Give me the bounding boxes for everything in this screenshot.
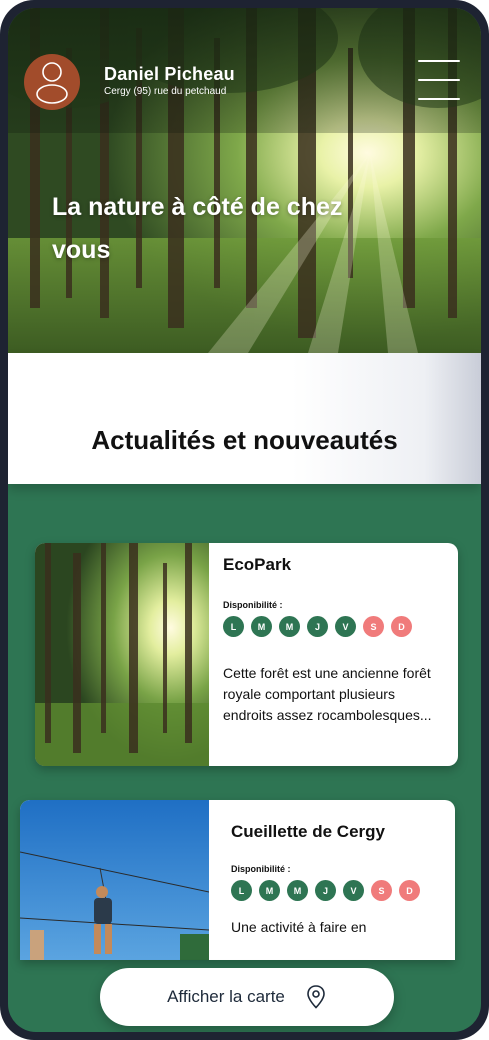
user-address: Cergy (95) rue du petchaud bbox=[104, 86, 227, 97]
hamburger-menu-icon[interactable] bbox=[418, 60, 460, 100]
availability-label: Disponibilité : bbox=[223, 600, 283, 610]
day-badge: S bbox=[363, 616, 384, 637]
day-badge: J bbox=[307, 616, 328, 637]
day-badge: M bbox=[259, 880, 280, 901]
card-zipline-image bbox=[20, 800, 209, 960]
news-section-header: Actualités et nouveautés bbox=[8, 353, 481, 484]
availability-days: LMMJVSD bbox=[223, 616, 444, 637]
map-pin-icon bbox=[307, 985, 325, 1009]
card-title: EcoPark bbox=[223, 555, 292, 574]
map-button-label: Afficher la carte bbox=[167, 987, 285, 1006]
day-badge: M bbox=[287, 880, 308, 901]
day-badge: D bbox=[391, 616, 412, 637]
user-avatar-icon[interactable] bbox=[24, 54, 80, 110]
menu-line bbox=[418, 98, 460, 100]
user-name: Daniel Picheau bbox=[104, 64, 235, 84]
day-badge: V bbox=[343, 880, 364, 901]
card-forest-image bbox=[35, 543, 209, 766]
app-screen: Daniel Picheau Cergy (95) rue du petchau… bbox=[8, 8, 481, 1032]
card-description: Une activité à faire en bbox=[231, 919, 367, 935]
day-badge: L bbox=[223, 616, 244, 637]
card-description: Cette forêt est une ancienne forêt royal… bbox=[223, 665, 432, 723]
availability-label: Disponibilité : bbox=[231, 864, 291, 874]
show-map-button[interactable]: Afficher la carte bbox=[100, 968, 394, 1026]
activity-card-ecopark[interactable]: EcoPark Disponibilité : LMMJVSD Cette fo… bbox=[35, 543, 458, 766]
hero-title: La nature à côté de chez vous bbox=[52, 193, 343, 264]
card-body: Cueillette de Cergy Disponibilité : LMMJ… bbox=[209, 800, 455, 960]
day-badge: S bbox=[371, 880, 392, 901]
availability-days: LMMJVSD bbox=[231, 880, 441, 901]
news-title: Actualités et nouveautés bbox=[91, 425, 398, 455]
device-frame: Daniel Picheau Cergy (95) rue du petchau… bbox=[0, 0, 489, 1040]
profile-header: Daniel Picheau Cergy (95) rue du petchau… bbox=[8, 8, 481, 133]
menu-line bbox=[418, 79, 460, 81]
day-badge: M bbox=[279, 616, 300, 637]
day-badge: V bbox=[335, 616, 356, 637]
day-badge: L bbox=[231, 880, 252, 901]
card-title: Cueillette de Cergy bbox=[231, 822, 385, 841]
day-badge: M bbox=[251, 616, 272, 637]
activity-card-cueillette[interactable]: Cueillette de Cergy Disponibilité : LMMJ… bbox=[20, 800, 455, 960]
menu-line bbox=[418, 60, 460, 62]
day-badge: D bbox=[399, 880, 420, 901]
card-body: EcoPark Disponibilité : LMMJVSD Cette fo… bbox=[209, 543, 458, 766]
day-badge: J bbox=[315, 880, 336, 901]
